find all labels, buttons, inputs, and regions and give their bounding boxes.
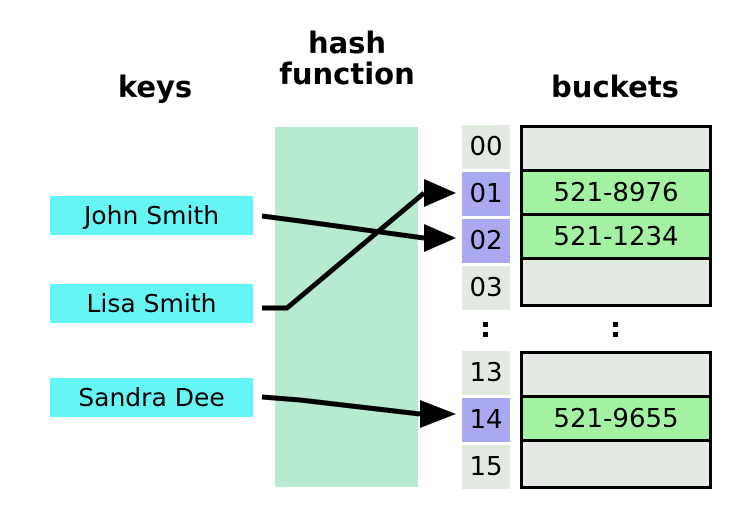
hash-function-heading: hash function — [279, 26, 415, 92]
index-cell-14: 14 — [462, 398, 510, 442]
ellipsis-index-column — [483, 322, 488, 337]
ellipsis-dot — [613, 322, 618, 327]
bucket-cell-01: 521-8976 — [523, 172, 709, 216]
ellipsis-dot — [613, 332, 618, 337]
bucket-cell-15 — [523, 442, 709, 486]
bucket-cell-14: 521-9655 — [523, 398, 709, 442]
key-box-lisa-smith: Lisa Smith — [50, 284, 253, 323]
hash-function-band — [275, 127, 418, 487]
ellipsis-dot — [483, 332, 488, 337]
bucket-table-top-section: 521-8976 521-1234 — [520, 125, 712, 307]
index-cell-13: 13 — [462, 351, 510, 395]
key-box-sandra-dee: Sandra Dee — [50, 378, 253, 417]
buckets-heading: buckets — [551, 70, 679, 104]
index-cell-02: 02 — [462, 219, 510, 263]
bucket-cell-13 — [523, 354, 709, 398]
bucket-cell-00 — [523, 128, 709, 172]
bucket-cell-03 — [523, 260, 709, 304]
index-cell-01: 01 — [462, 172, 510, 216]
ellipsis-bucket-column — [613, 322, 618, 337]
index-cell-15: 15 — [462, 445, 510, 489]
index-cell-00: 00 — [462, 125, 510, 169]
key-box-john-smith: John Smith — [50, 196, 253, 235]
ellipsis-dot — [483, 322, 488, 327]
bucket-table-bottom-section: 521-9655 — [520, 351, 712, 489]
keys-heading: keys — [117, 70, 193, 104]
hash-table-diagram: keys hash function buckets John Smith Li… — [0, 0, 750, 508]
index-cell-03: 03 — [462, 266, 510, 310]
bucket-cell-02: 521-1234 — [523, 216, 709, 260]
